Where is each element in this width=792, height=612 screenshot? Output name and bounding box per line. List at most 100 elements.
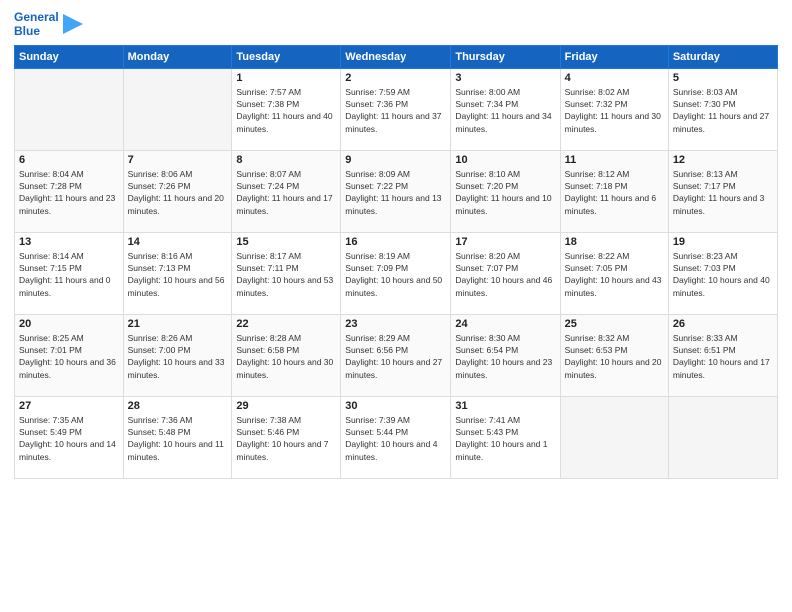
day-number: 14 <box>128 236 228 248</box>
day-cell: 9 Sunrise: 8:09 AM Sunset: 7:22 PM Daylig… <box>341 150 451 232</box>
day-number: 29 <box>236 400 336 412</box>
week-row-1: 1 Sunrise: 7:57 AM Sunset: 7:38 PM Daylig… <box>15 68 778 150</box>
day-cell: 12 Sunrise: 8:13 AM Sunset: 7:17 PM Dayli… <box>668 150 777 232</box>
day-cell: 27 Sunrise: 7:35 AM Sunset: 5:49 PM Dayli… <box>15 396 124 478</box>
day-cell <box>560 396 668 478</box>
day-number: 12 <box>673 154 773 166</box>
day-cell: 18Sunrise: 8:22 AM Sunset: 7:05 PM Dayli… <box>560 232 668 314</box>
day-cell: 5Sunrise: 8:03 AM Sunset: 7:30 PM Daylig… <box>668 68 777 150</box>
day-info: Sunrise: 7:59 AM Sunset: 7:36 PM Dayligh… <box>345 86 446 135</box>
day-cell: 16Sunrise: 8:19 AM Sunset: 7:09 PM Dayli… <box>341 232 451 314</box>
day-number: 6 <box>19 154 119 166</box>
day-number: 11 <box>565 154 664 166</box>
day-cell: 15 Sunrise: 8:17 AM Sunset: 7:11 PM Dayli… <box>232 232 341 314</box>
day-info: Sunrise: 8:10 AM Sunset: 7:20 PM Dayligh… <box>455 168 555 217</box>
day-cell: 31 Sunrise: 7:41 AM Sunset: 5:43 PM Dayli… <box>451 396 560 478</box>
day-info: Sunrise: 8:16 AM Sunset: 7:13 PM Dayligh… <box>128 250 228 299</box>
day-cell: 1 Sunrise: 7:57 AM Sunset: 7:38 PM Daylig… <box>232 68 341 150</box>
day-number: 30 <box>345 400 446 412</box>
logo-text: General Blue <box>14 10 59 39</box>
day-info: Sunrise: 8:20 AM Sunset: 7:07 PM Dayligh… <box>455 250 555 299</box>
day-cell: 22 Sunrise: 8:28 AM Sunset: 6:58 PM Dayli… <box>232 314 341 396</box>
weekday-header-friday: Friday <box>560 45 668 68</box>
day-cell: 28 Sunrise: 7:36 AM Sunset: 5:48 PM Dayli… <box>123 396 232 478</box>
weekday-header-saturday: Saturday <box>668 45 777 68</box>
day-number: 21 <box>128 318 228 330</box>
day-number: 20 <box>19 318 119 330</box>
header: General Blue <box>14 10 778 39</box>
day-info: Sunrise: 8:07 AM Sunset: 7:24 PM Dayligh… <box>236 168 336 217</box>
day-info: Sunrise: 8:25 AM Sunset: 7:01 PM Dayligh… <box>19 332 119 381</box>
day-cell: 23 Sunrise: 8:29 AM Sunset: 6:56 PM Dayli… <box>341 314 451 396</box>
day-cell: 10 Sunrise: 8:10 AM Sunset: 7:20 PM Dayli… <box>451 150 560 232</box>
day-info: Sunrise: 7:41 AM Sunset: 5:43 PM Dayligh… <box>455 414 555 463</box>
week-row-4: 20 Sunrise: 8:25 AM Sunset: 7:01 PM Dayli… <box>15 314 778 396</box>
day-cell: 14 Sunrise: 8:16 AM Sunset: 7:13 PM Dayli… <box>123 232 232 314</box>
day-number: 24 <box>455 318 555 330</box>
day-cell: 25 Sunrise: 8:32 AM Sunset: 6:53 PM Dayli… <box>560 314 668 396</box>
day-cell: 19 Sunrise: 8:23 AM Sunset: 7:03 PM Dayli… <box>668 232 777 314</box>
day-number: 27 <box>19 400 119 412</box>
day-info: Sunrise: 8:33 AM Sunset: 6:51 PM Dayligh… <box>673 332 773 381</box>
day-number: 9 <box>345 154 446 166</box>
day-cell: 7Sunrise: 8:06 AM Sunset: 7:26 PM Daylig… <box>123 150 232 232</box>
day-info: Sunrise: 8:22 AM Sunset: 7:05 PM Dayligh… <box>565 250 664 299</box>
day-info: Sunrise: 8:29 AM Sunset: 6:56 PM Dayligh… <box>345 332 446 381</box>
day-info: Sunrise: 8:30 AM Sunset: 6:54 PM Dayligh… <box>455 332 555 381</box>
day-number: 3 <box>455 72 555 84</box>
day-info: Sunrise: 8:00 AM Sunset: 7:34 PM Dayligh… <box>455 86 555 135</box>
day-info: Sunrise: 8:04 AM Sunset: 7:28 PM Dayligh… <box>19 168 119 217</box>
day-number: 1 <box>236 72 336 84</box>
day-cell: 2Sunrise: 7:59 AM Sunset: 7:36 PM Daylig… <box>341 68 451 150</box>
day-cell <box>668 396 777 478</box>
day-info: Sunrise: 7:38 AM Sunset: 5:46 PM Dayligh… <box>236 414 336 463</box>
weekday-header-row: SundayMondayTuesdayWednesdayThursdayFrid… <box>15 45 778 68</box>
day-info: Sunrise: 8:26 AM Sunset: 7:00 PM Dayligh… <box>128 332 228 381</box>
weekday-header-wednesday: Wednesday <box>341 45 451 68</box>
day-cell: 20 Sunrise: 8:25 AM Sunset: 7:01 PM Dayli… <box>15 314 124 396</box>
day-cell: 17 Sunrise: 8:20 AM Sunset: 7:07 PM Dayli… <box>451 232 560 314</box>
day-number: 19 <box>673 236 773 248</box>
logo-arrow-icon <box>63 14 83 34</box>
day-info: Sunrise: 8:17 AM Sunset: 7:11 PM Dayligh… <box>236 250 336 299</box>
day-number: 25 <box>565 318 664 330</box>
day-number: 8 <box>236 154 336 166</box>
day-cell: 13 Sunrise: 8:14 AM Sunset: 7:15 PM Dayli… <box>15 232 124 314</box>
day-info: Sunrise: 8:12 AM Sunset: 7:18 PM Dayligh… <box>565 168 664 217</box>
day-info: Sunrise: 8:09 AM Sunset: 7:22 PM Dayligh… <box>345 168 446 217</box>
weekday-header-thursday: Thursday <box>451 45 560 68</box>
day-info: Sunrise: 7:39 AM Sunset: 5:44 PM Dayligh… <box>345 414 446 463</box>
day-info: Sunrise: 8:23 AM Sunset: 7:03 PM Dayligh… <box>673 250 773 299</box>
day-number: 28 <box>128 400 228 412</box>
day-number: 26 <box>673 318 773 330</box>
week-row-2: 6 Sunrise: 8:04 AM Sunset: 7:28 PM Daylig… <box>15 150 778 232</box>
week-row-3: 13 Sunrise: 8:14 AM Sunset: 7:15 PM Dayli… <box>15 232 778 314</box>
day-info: Sunrise: 8:06 AM Sunset: 7:26 PM Dayligh… <box>128 168 228 217</box>
day-cell: 11 Sunrise: 8:12 AM Sunset: 7:18 PM Dayli… <box>560 150 668 232</box>
day-info: Sunrise: 8:13 AM Sunset: 7:17 PM Dayligh… <box>673 168 773 217</box>
day-number: 22 <box>236 318 336 330</box>
day-number: 4 <box>565 72 664 84</box>
day-info: Sunrise: 7:35 AM Sunset: 5:49 PM Dayligh… <box>19 414 119 463</box>
day-number: 23 <box>345 318 446 330</box>
day-info: Sunrise: 8:02 AM Sunset: 7:32 PM Dayligh… <box>565 86 664 135</box>
weekday-header-tuesday: Tuesday <box>232 45 341 68</box>
day-number: 31 <box>455 400 555 412</box>
day-number: 16 <box>345 236 446 248</box>
day-number: 13 <box>19 236 119 248</box>
day-info: Sunrise: 8:28 AM Sunset: 6:58 PM Dayligh… <box>236 332 336 381</box>
day-info: Sunrise: 7:57 AM Sunset: 7:38 PM Dayligh… <box>236 86 336 135</box>
day-number: 15 <box>236 236 336 248</box>
day-cell <box>15 68 124 150</box>
day-cell <box>123 68 232 150</box>
day-info: Sunrise: 8:32 AM Sunset: 6:53 PM Dayligh… <box>565 332 664 381</box>
day-number: 10 <box>455 154 555 166</box>
week-row-5: 27 Sunrise: 7:35 AM Sunset: 5:49 PM Dayli… <box>15 396 778 478</box>
day-cell: 21 Sunrise: 8:26 AM Sunset: 7:00 PM Dayli… <box>123 314 232 396</box>
day-cell: 26 Sunrise: 8:33 AM Sunset: 6:51 PM Dayli… <box>668 314 777 396</box>
day-cell: 4 Sunrise: 8:02 AM Sunset: 7:32 PM Daylig… <box>560 68 668 150</box>
day-number: 17 <box>455 236 555 248</box>
day-info: Sunrise: 8:14 AM Sunset: 7:15 PM Dayligh… <box>19 250 119 299</box>
day-info: Sunrise: 8:03 AM Sunset: 7:30 PM Dayligh… <box>673 86 773 135</box>
day-info: Sunrise: 7:36 AM Sunset: 5:48 PM Dayligh… <box>128 414 228 463</box>
